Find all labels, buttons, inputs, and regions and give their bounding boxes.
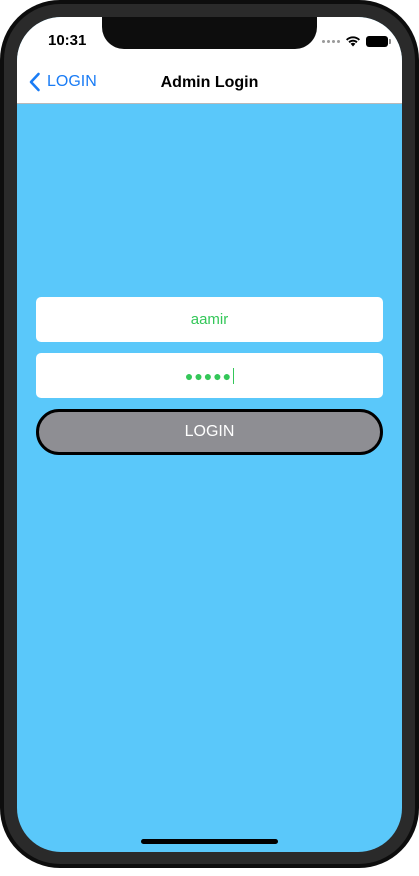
home-indicator[interactable] — [141, 839, 278, 844]
password-content: ●●●●● — [184, 367, 235, 384]
status-time: 10:31 — [48, 32, 87, 49]
device-frame: 10:31 LOGIN Admin Login aamir ●●●●● LOGI… — [0, 0, 419, 876]
text-cursor — [233, 367, 235, 384]
battery-icon — [366, 35, 391, 47]
wifi-icon — [346, 36, 360, 47]
login-button[interactable]: LOGIN — [36, 409, 383, 455]
screen: 10:31 LOGIN Admin Login aamir ●●●●● LOGI… — [17, 17, 402, 852]
notch — [102, 17, 317, 49]
signal-icon — [322, 39, 340, 43]
status-icons — [322, 34, 391, 48]
username-value: aamir — [190, 311, 229, 328]
navigation-header: 10:31 LOGIN Admin Login — [17, 17, 402, 104]
password-field[interactable]: ●●●●● — [36, 353, 383, 398]
username-field[interactable]: aamir — [36, 297, 383, 342]
page-title: Admin Login — [160, 74, 259, 91]
login-button-label: LOGIN — [184, 423, 235, 440]
password-masked-value: ●●●●● — [184, 367, 233, 384]
